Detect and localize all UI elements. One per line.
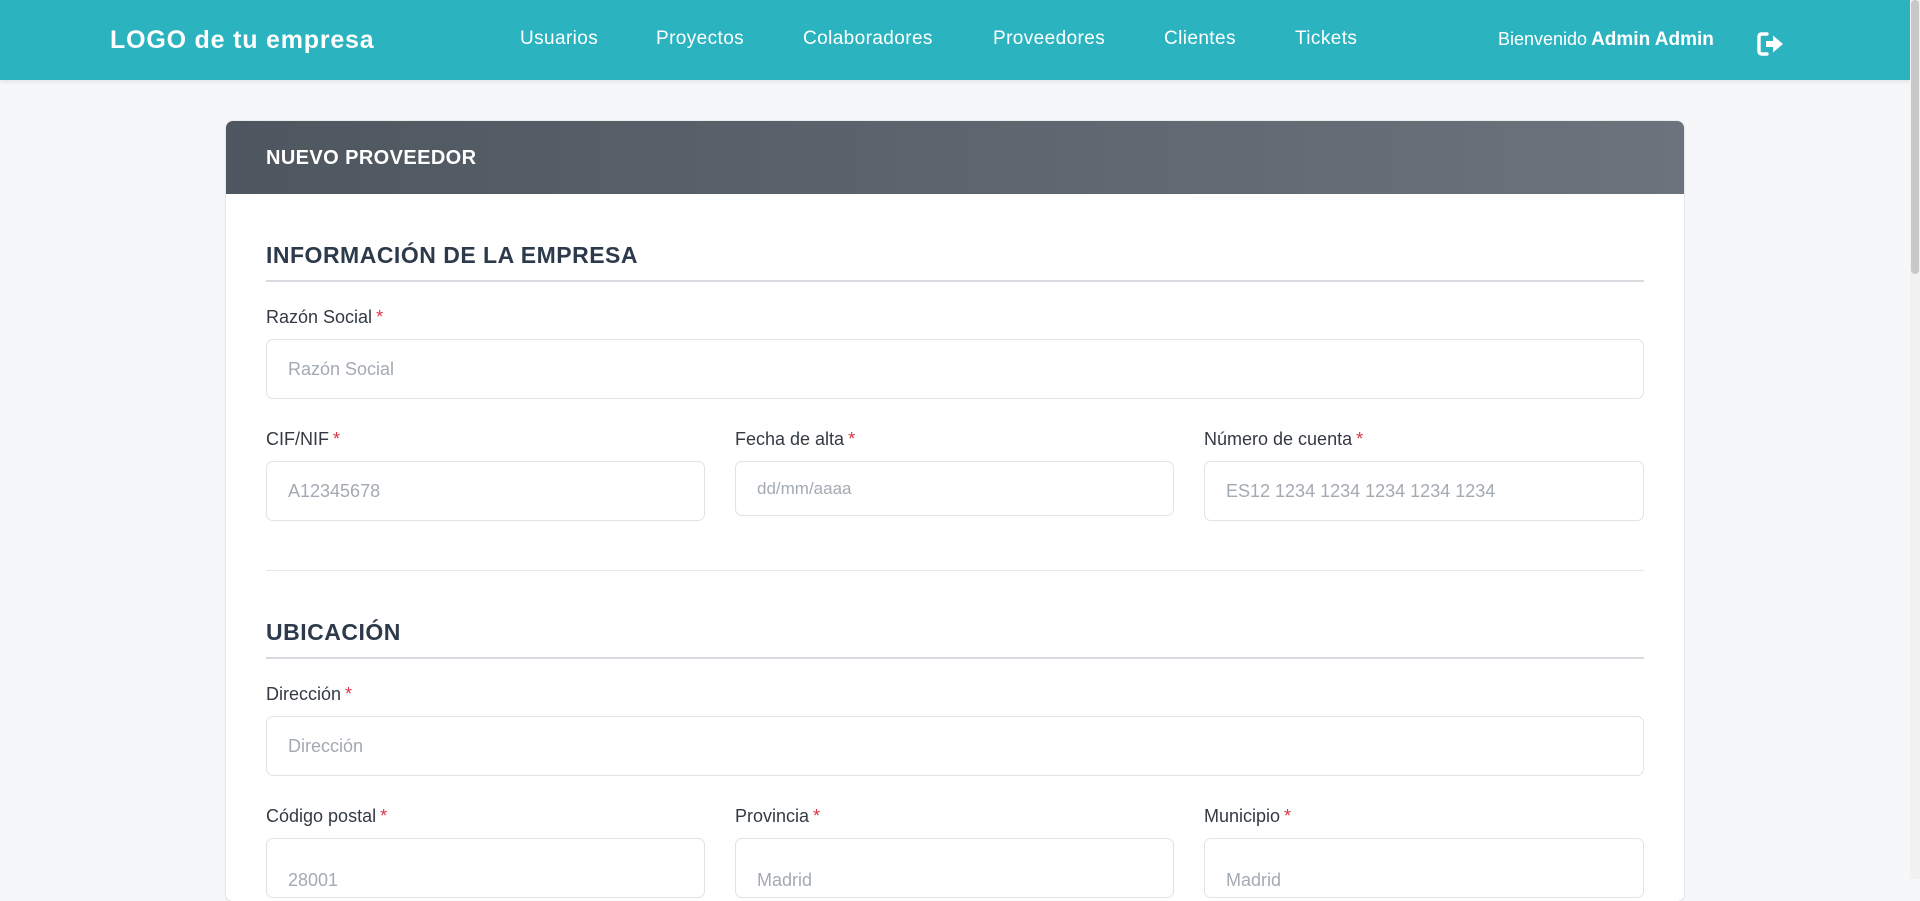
section-title-location: UBICACIÓN — [266, 619, 401, 645]
scrollbar-thumb[interactable] — [1911, 0, 1919, 274]
top-navbar: LOGO de tu empresa Usuarios Proyectos Co… — [0, 0, 1910, 80]
logout-icon — [1757, 32, 1783, 56]
card-header: NUEVO PROVEEDOR — [226, 121, 1684, 194]
provincia-label: Provincia * — [735, 806, 821, 826]
new-supplier-card: NUEVO PROVEEDOR INFORMACIÓN DE LA EMPRES… — [226, 121, 1684, 901]
nav-link-clientes[interactable]: Clientes — [1164, 28, 1236, 50]
user-name: Admin Admin — [1591, 29, 1714, 50]
provincia-input[interactable] — [735, 838, 1174, 898]
direccion-label: Dirección * — [266, 684, 353, 704]
card-title: NUEVO PROVEEDOR — [266, 147, 477, 169]
nav-link-proyectos[interactable]: Proyectos — [656, 28, 744, 50]
section-rule-location — [266, 657, 1644, 659]
cif-label: CIF/NIF * — [266, 429, 341, 449]
cuenta-label: Número de cuenta * — [1204, 429, 1364, 449]
nav-link-colaboradores[interactable]: Colaboradores — [803, 28, 933, 50]
page-scrollbar[interactable] — [1910, 0, 1920, 879]
section-title-company: INFORMACIÓN DE LA EMPRESA — [266, 242, 638, 268]
nav-link-usuarios[interactable]: Usuarios — [520, 28, 598, 50]
cif-input[interactable] — [266, 461, 705, 521]
codigo-postal-label: Código postal * — [266, 806, 388, 826]
section-divider — [266, 570, 1644, 571]
cuenta-input[interactable] — [1204, 461, 1644, 521]
fecha-alta-input[interactable] — [735, 461, 1174, 516]
welcome-message: Bienvenido Admin Admin — [1498, 29, 1714, 51]
razon-social-label: Razón Social * — [266, 307, 384, 327]
codigo-postal-input[interactable] — [266, 838, 705, 898]
section-rule-company — [266, 280, 1644, 282]
nav-link-proveedores[interactable]: Proveedores — [993, 28, 1105, 50]
welcome-text: Bienvenido — [1498, 29, 1588, 49]
nav-link-tickets[interactable]: Tickets — [1295, 28, 1357, 50]
razon-social-input[interactable] — [266, 339, 1644, 399]
municipio-label: Municipio * — [1204, 806, 1292, 826]
municipio-input[interactable] — [1204, 838, 1644, 898]
fecha-alta-label: Fecha de alta * — [735, 429, 856, 449]
logout-button[interactable] — [1756, 30, 1786, 58]
direccion-input[interactable] — [266, 716, 1644, 776]
